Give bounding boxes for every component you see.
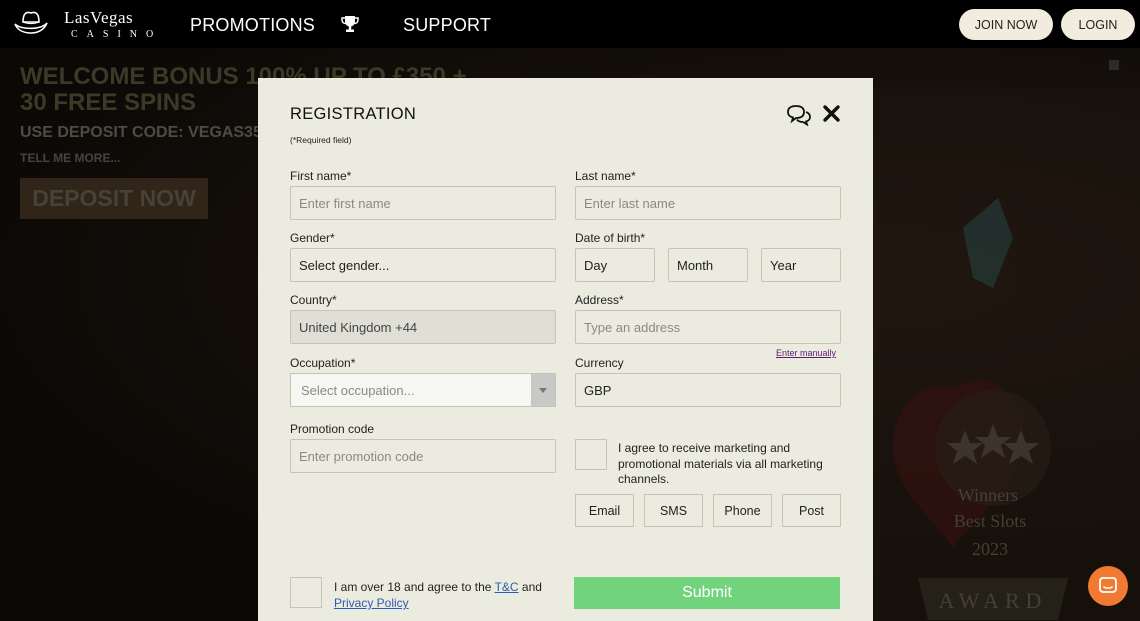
login-button[interactable]: LOGIN (1061, 9, 1135, 40)
dob-month-select[interactable]: Month (668, 248, 748, 282)
address-label: Address* (575, 293, 624, 307)
nav-support-link[interactable]: SUPPORT (403, 15, 491, 36)
promotion-code-label: Promotion code (290, 422, 375, 436)
channel-sms-button[interactable]: SMS (644, 494, 703, 527)
enter-manually-link[interactable]: Enter manually (776, 348, 836, 358)
promotion-code-input[interactable] (299, 440, 555, 472)
first-name-input[interactable] (299, 187, 555, 219)
dob-year-select[interactable]: Year (761, 248, 841, 282)
occupation-dropdown-button[interactable] (531, 374, 555, 406)
currency-label: Currency (575, 356, 624, 370)
channel-email-button[interactable]: Email (575, 494, 634, 527)
occupation-select[interactable]: Select occupation... (290, 373, 556, 407)
site-logo[interactable]: LasVegas CASINO (12, 8, 162, 40)
last-name-input[interactable] (584, 187, 840, 219)
age-terms-prefix: I am over 18 and agree to the (334, 580, 495, 594)
logo-subtitle: CASINO (71, 28, 163, 40)
occupation-label: Occupation* (290, 356, 356, 370)
channel-post-button[interactable]: Post (782, 494, 841, 527)
age-terms-checkbox[interactable] (290, 577, 322, 608)
chevron-down-icon (539, 387, 547, 393)
address-field[interactable] (575, 310, 841, 344)
chat-bubble-icon (1099, 577, 1117, 593)
occupation-select-value: Select occupation... (301, 383, 415, 398)
nav-promotions-link[interactable]: PROMOTIONS (190, 15, 315, 36)
trophy-icon[interactable] (340, 14, 360, 34)
marketing-consent-text: I agree to receive marketing and promoti… (618, 441, 823, 486)
gender-label: Gender* (290, 231, 335, 245)
last-name-label: Last name* (575, 169, 636, 183)
promotion-code-field[interactable] (290, 439, 556, 473)
first-name-field[interactable] (290, 186, 556, 220)
required-field-note: (*Required field) (290, 135, 352, 145)
terms-link[interactable]: T&C (495, 580, 519, 594)
dob-day-select[interactable]: Day (575, 248, 655, 282)
modal-title: REGISTRATION (290, 105, 417, 123)
submit-button[interactable]: Submit (574, 577, 840, 609)
first-name-label: First name* (290, 169, 352, 183)
privacy-policy-link[interactable]: Privacy Policy (334, 596, 409, 610)
logo-name: LasVegas (64, 7, 134, 27)
chat-icon[interactable] (786, 104, 812, 126)
cowboy-hat-icon (14, 11, 48, 34)
country-field: United Kingdom +44 (290, 310, 556, 344)
dob-label: Date of birth* (575, 231, 646, 245)
channel-phone-button[interactable]: Phone (713, 494, 772, 527)
top-navigation-bar: LasVegas CASINO PROMOTIONS SUPPORT JOIN … (0, 0, 1140, 48)
country-label: Country* (290, 293, 337, 307)
last-name-field[interactable] (575, 186, 841, 220)
join-now-button[interactable]: JOIN NOW (959, 9, 1053, 40)
age-terms-mid: and (518, 580, 542, 594)
age-terms-text: I am over 18 and agree to the T&C and Pr… (334, 579, 554, 611)
registration-modal: REGISTRATION (*Required field) First nam… (258, 78, 873, 621)
close-icon[interactable] (822, 104, 841, 123)
address-input[interactable] (584, 311, 840, 343)
gender-select[interactable]: Select gender... (290, 248, 556, 282)
logo-wordmark: LasVegas CASINO (64, 9, 162, 40)
marketing-consent-checkbox[interactable] (575, 439, 607, 470)
currency-select[interactable]: GBP (575, 373, 841, 407)
live-chat-button[interactable] (1088, 566, 1128, 606)
